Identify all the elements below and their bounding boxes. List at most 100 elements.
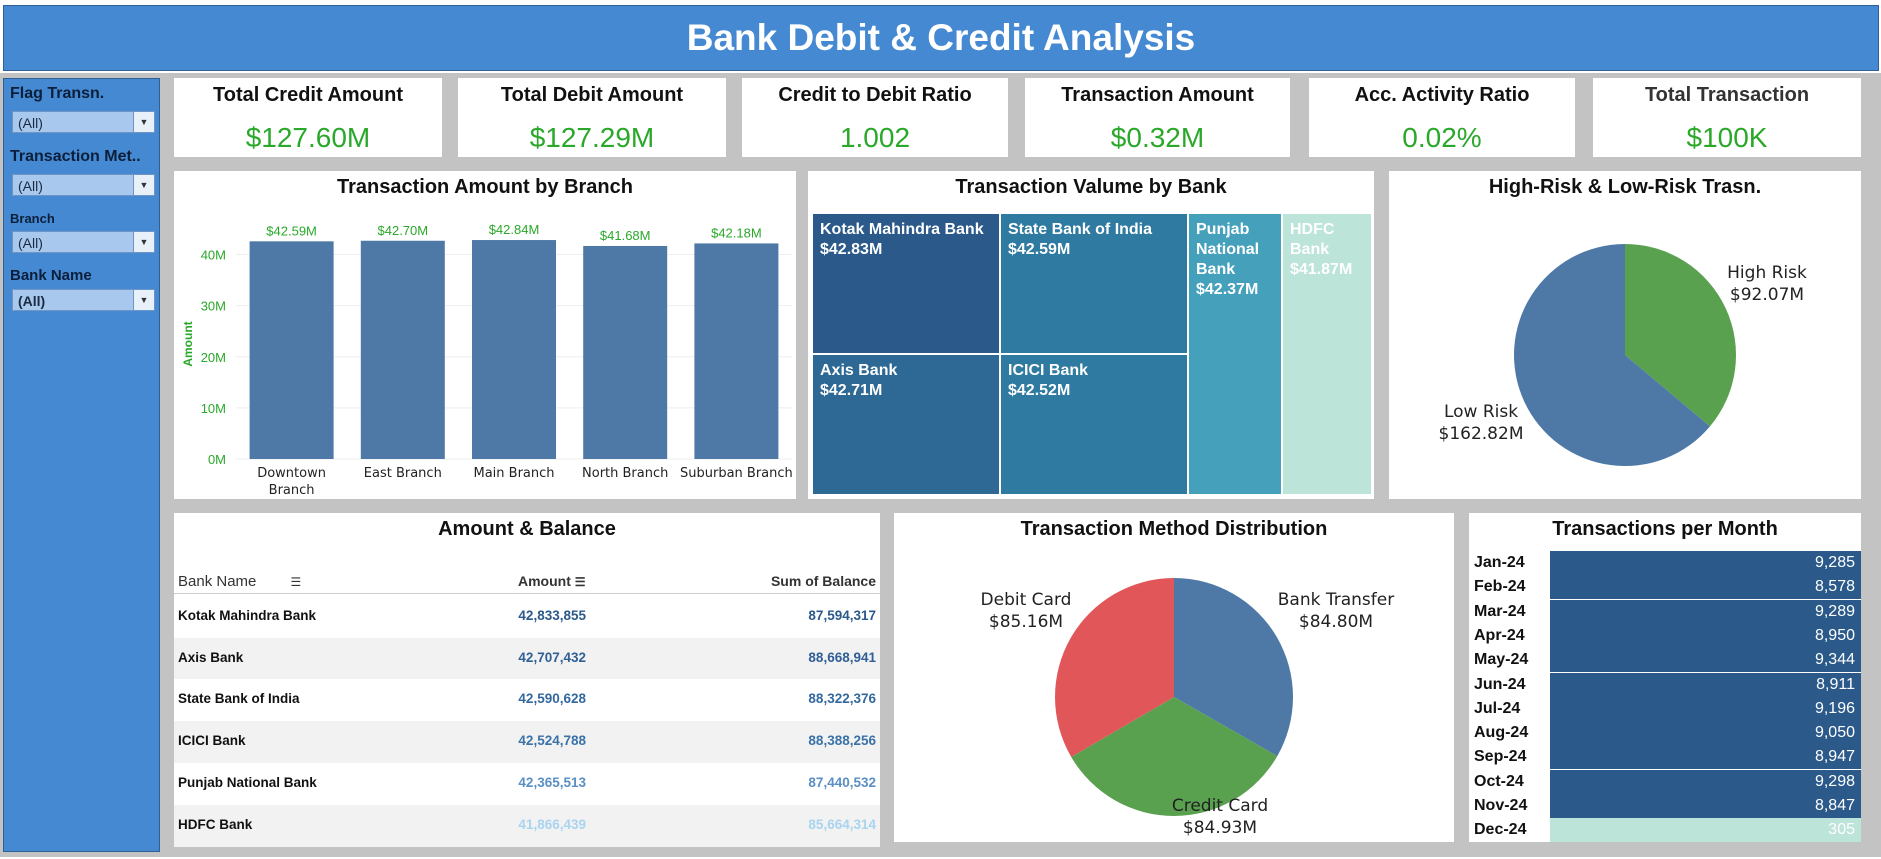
cell-balance: 88,388,256 <box>808 733 876 749</box>
bank-filter-value: (All) <box>18 293 46 309</box>
bar[interactable] <box>583 245 668 459</box>
month-count: 8,947 <box>1814 748 1855 766</box>
kpi-title: Credit to Debit Ratio <box>778 84 972 106</box>
table-row[interactable]: State Bank of India 42,590,628 88,322,376 <box>174 679 880 722</box>
treemap-cell-sbi[interactable]: State Bank of India $42.59M <box>1000 213 1188 354</box>
bar[interactable] <box>694 243 779 459</box>
month-row[interactable]: Jun-24 8,911 <box>1469 672 1861 697</box>
table-row[interactable]: Punjab National Bank 42,365,513 87,440,532 <box>174 762 880 805</box>
cell-bank-name: Punjab National Bank <box>178 774 317 790</box>
column-header-label: Amount <box>518 573 571 589</box>
month-label: Nov-24 <box>1474 797 1528 814</box>
cell-bank-name: State Bank of India <box>178 691 300 707</box>
chevron-down-icon[interactable]: ▼ <box>133 175 154 195</box>
month-label: Jul-24 <box>1474 699 1521 717</box>
cell-amount: 42,524,788 <box>518 733 586 749</box>
y-axis-label: Amount <box>181 321 195 366</box>
table-row[interactable]: Axis Bank 42,707,432 88,668,941 <box>174 637 880 680</box>
month-label: May-24 <box>1474 651 1529 669</box>
month-count: 9,289 <box>1814 602 1855 620</box>
column-header-label: Bank Name <box>178 573 257 590</box>
month-row[interactable]: Mar-24 9,289 <box>1469 599 1861 624</box>
treemap-cell-pnb[interactable]: Punjab National Bank $42.37M <box>1188 213 1282 495</box>
cell-bank-name: ICICI Bank <box>178 733 246 749</box>
chevron-down-icon[interactable]: ▼ <box>133 290 154 310</box>
month-label: Feb-24 <box>1474 578 1526 596</box>
table-header-bank[interactable]: Bank Name ☰ <box>178 573 301 590</box>
table-header-balance: Sum of Balance <box>770 573 876 589</box>
kpi-value: 1.002 <box>839 122 911 153</box>
cell-amount: 42,707,432 <box>518 649 586 665</box>
month-count: 9,196 <box>1814 699 1855 717</box>
bar-value-label: $42.18M <box>711 225 762 240</box>
treemap-cell-value: $42.52M <box>1008 382 1071 399</box>
y-tick-label: 10M <box>201 401 226 416</box>
kpi-value: $127.29M <box>529 122 655 153</box>
sort-icon[interactable]: ☰ <box>291 575 302 589</box>
treemap-cell-name: Punjab National Bank <box>1196 221 1260 278</box>
month-bar: 8,947 <box>1550 745 1861 770</box>
chevron-down-icon[interactable]: ▼ <box>133 232 154 252</box>
month-row[interactable]: May-24 9,344 <box>1469 648 1861 673</box>
table-row[interactable]: Kotak Mahindra Bank 42,833,855 87,594,317 <box>174 596 880 638</box>
x-tick-label: Downtown <box>257 466 326 481</box>
cell-balance: 85,664,314 <box>808 816 876 832</box>
treemap-cell-name: Axis Bank <box>820 362 898 379</box>
month-row[interactable]: Feb-24 8,578 <box>1469 575 1861 600</box>
treemap-cell-kotak[interactable]: Kotak Mahindra Bank $42.83M <box>812 213 1000 354</box>
month-row[interactable]: Apr-24 8,950 <box>1469 623 1861 648</box>
table-row[interactable]: ICICI Bank 42,524,788 88,388,256 <box>174 721 880 764</box>
kpi-title: Total Credit Amount <box>213 84 403 106</box>
sort-icon[interactable]: ☰ <box>575 575 586 589</box>
kpi-card-credit-debit-ratio: Credit to Debit Ratio 1.002 <box>742 78 1008 157</box>
bar[interactable] <box>360 240 445 459</box>
filter-label-flag: Flag Transn. <box>10 85 105 102</box>
treemap-cell-hdfc[interactable]: HDFC Bank $41.87M <box>1282 213 1372 495</box>
x-tick-label: Main Branch <box>473 466 554 481</box>
cell-amount: 41,866,439 <box>518 816 586 832</box>
filter-label-method: Transaction Met.. <box>10 148 141 165</box>
month-bar: 9,050 <box>1550 721 1861 746</box>
month-row[interactable]: Jan-24 9,285 <box>1469 551 1861 575</box>
cell-amount: 42,590,628 <box>518 691 586 707</box>
month-row[interactable]: Sep-24 8,947 <box>1469 745 1861 770</box>
dashboard-header: Bank Debit & Credit Analysis <box>3 5 1879 71</box>
flag-filter-dropdown[interactable]: (All) ▼ <box>12 111 155 133</box>
month-row[interactable]: Oct-24 9,298 <box>1469 769 1861 794</box>
treemap-cell-value: $42.59M <box>1008 241 1071 258</box>
treemap-cell-icici[interactable]: ICICI Bank $42.52M <box>1000 354 1188 495</box>
slice-name-label: Credit Card <box>1172 796 1268 816</box>
y-tick-label: 40M <box>201 248 226 263</box>
month-row[interactable]: Dec-24 305 <box>1469 818 1861 843</box>
table-header-amount[interactable]: Amount ☰ <box>518 573 586 589</box>
cell-amount: 42,365,513 <box>518 774 586 790</box>
slice-name-label: High Risk <box>1727 263 1807 283</box>
slice-value-label: $85.16M <box>989 612 1063 632</box>
table-title: Amount & Balance <box>438 518 616 540</box>
bar[interactable] <box>472 240 556 459</box>
kpi-value: $100K <box>1686 122 1768 153</box>
treemap-cell-name: State Bank of India <box>1008 221 1153 238</box>
method-filter-dropdown[interactable]: (All) ▼ <box>12 174 155 196</box>
kpi-card-transaction-amount: Transaction Amount $0.32M <box>1025 78 1290 157</box>
month-row[interactable]: Aug-24 9,050 <box>1469 721 1861 746</box>
month-row[interactable]: Jul-24 9,196 <box>1469 696 1861 721</box>
month-count: 8,950 <box>1814 626 1855 644</box>
table-row[interactable]: HDFC Bank 41,866,439 85,664,314 <box>174 804 880 847</box>
treemap-panel: Transaction Valume by Bank Kotak Mahindr… <box>808 171 1374 499</box>
x-tick-label: North Branch <box>582 466 668 481</box>
bar[interactable] <box>249 241 334 459</box>
treemap-cell-axis[interactable]: Axis Bank $42.71M <box>812 354 1000 495</box>
method-chart-panel: Transaction Method Distribution Bank Tra… <box>894 513 1454 842</box>
branch-filter-dropdown[interactable]: (All) ▼ <box>12 231 155 253</box>
month-row[interactable]: Nov-24 8,847 <box>1469 794 1861 818</box>
month-label: Dec-24 <box>1474 821 1527 839</box>
slice-value-label: $84.80M <box>1299 612 1373 632</box>
month-bar: 9,285 <box>1550 551 1861 575</box>
slice-value-label: $92.07M <box>1730 285 1804 305</box>
chevron-down-icon[interactable]: ▼ <box>133 112 154 132</box>
flag-filter-value: (All) <box>18 115 43 131</box>
bank-filter-dropdown[interactable]: (All) ▼ <box>12 289 155 311</box>
branch-filter-value: (All) <box>18 235 43 251</box>
x-tick-label: Suburban Branch <box>680 466 793 481</box>
